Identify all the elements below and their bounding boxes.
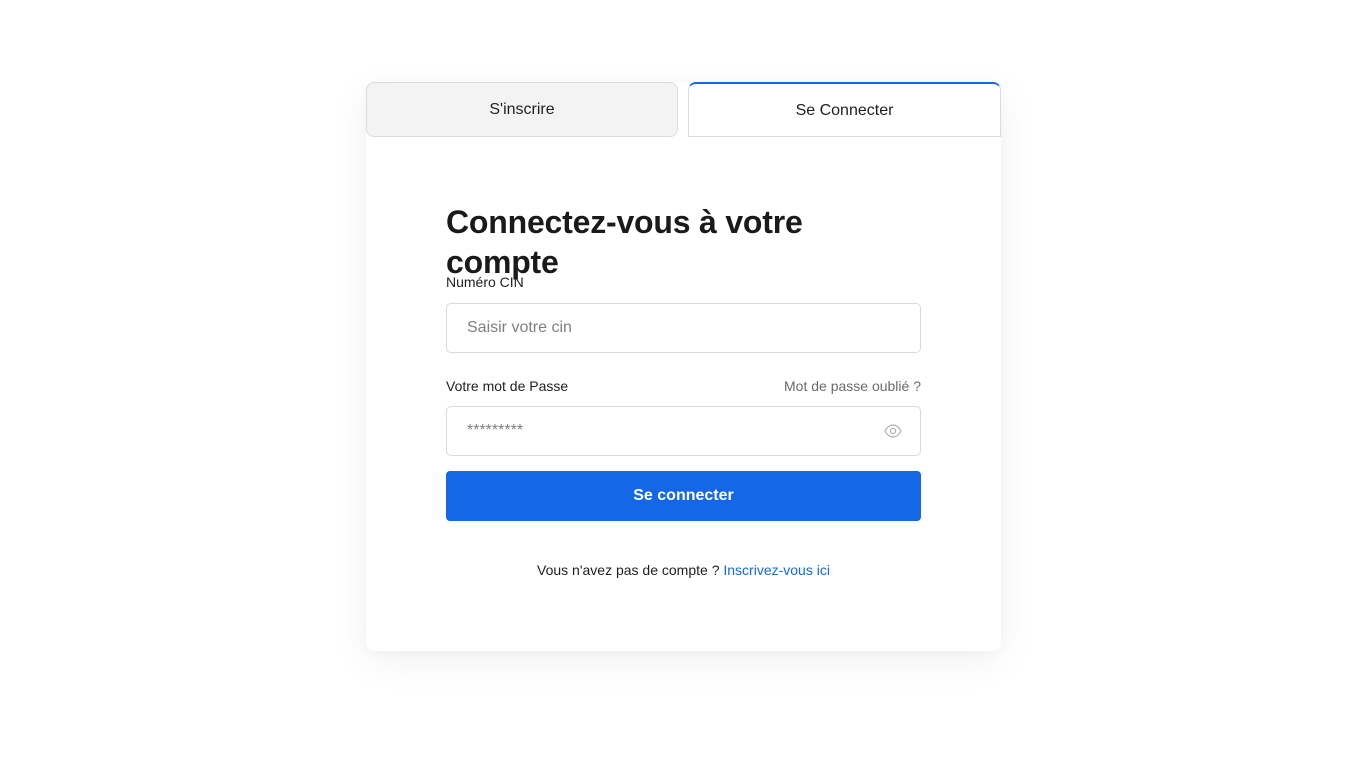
eye-icon[interactable] [883, 421, 903, 441]
tab-login[interactable]: Se Connecter [688, 82, 1001, 137]
forgot-password-link[interactable]: Mot de passe oublié ? [784, 378, 921, 394]
login-form: Connectez-vous à votre compte Numéro CIN… [446, 202, 921, 578]
tab-register[interactable]: S'inscrire [366, 82, 678, 137]
page-title: Connectez-vous à votre compte [446, 204, 803, 280]
login-button[interactable]: Se connecter [446, 471, 921, 521]
no-account-text: Vous n'avez pas de compte ? [537, 562, 720, 578]
tab-register-label: S'inscrire [489, 100, 555, 118]
password-label: Votre mot de Passe [446, 378, 569, 394]
register-prompt: Vous n'avez pas de compte ? Inscrivez-vo… [446, 562, 921, 578]
password-input[interactable] [446, 406, 921, 456]
register-link[interactable]: Inscrivez-vous ici [723, 562, 830, 578]
cin-input[interactable] [446, 303, 921, 353]
login-card: S'inscrire Se Connecter Connectez-vous à… [366, 82, 1001, 651]
tab-login-label: Se Connecter [795, 102, 894, 119]
cin-label: Numéro CIN [446, 274, 524, 290]
